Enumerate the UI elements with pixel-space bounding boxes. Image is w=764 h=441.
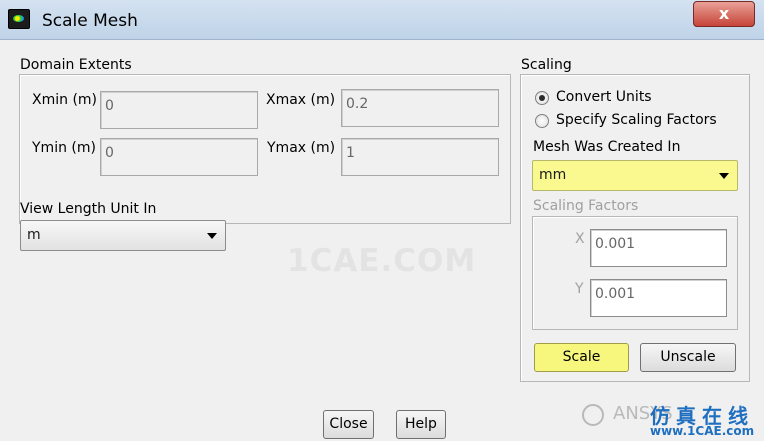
view-length-unit-label: View Length Unit In: [20, 201, 157, 217]
domain-extents-label: Domain Extents: [20, 57, 132, 73]
view-length-unit-dropdown[interactable]: m: [20, 220, 226, 251]
convert-units-radio[interactable]: [535, 91, 549, 105]
wechat-icon: [582, 404, 604, 426]
xmax-field: 0.2: [341, 89, 499, 127]
ymin-label: Ymin (m): [32, 140, 96, 156]
app-icon: [8, 9, 30, 29]
help-button[interactable]: Help: [396, 410, 446, 439]
mesh-created-in-value: mm: [539, 167, 567, 183]
specify-scaling-factors-label[interactable]: Specify Scaling Factors: [556, 112, 717, 128]
scale-y-field[interactable]: 0.001: [590, 279, 727, 317]
mesh-created-in-dropdown[interactable]: mm: [532, 160, 738, 191]
window-title: Scale Mesh: [42, 11, 138, 31]
close-button[interactable]: Close: [323, 410, 374, 439]
specify-scaling-factors-radio[interactable]: [535, 114, 549, 128]
site-watermark: www.1CAE.com: [650, 424, 755, 438]
watermark-text: 1CAE.COM: [287, 243, 477, 279]
convert-units-label[interactable]: Convert Units: [556, 89, 652, 105]
scale-button[interactable]: Scale: [534, 343, 629, 372]
ymax-label: Ymax (m): [267, 140, 336, 156]
window-close-button[interactable]: x: [693, 1, 755, 27]
mesh-created-in-label: Mesh Was Created In: [533, 139, 681, 155]
chevron-down-icon: [207, 233, 217, 239]
scale-x-label: X: [575, 231, 585, 247]
ymax-field: 1: [341, 138, 499, 176]
scaling-factors-label: Scaling Factors: [533, 198, 639, 214]
ymin-field: 0: [100, 138, 258, 176]
xmin-label: Xmin (m): [32, 92, 98, 108]
title-bar: Scale Mesh x: [0, 0, 764, 40]
scale-y-label: Y: [575, 281, 584, 297]
unscale-button[interactable]: Unscale: [640, 343, 736, 372]
scale-x-field[interactable]: 0.001: [590, 229, 727, 267]
view-length-unit-value: m: [27, 227, 41, 243]
xmax-label: Xmax (m): [266, 92, 336, 108]
xmin-field: 0: [100, 91, 258, 129]
chevron-down-icon: [719, 173, 729, 179]
dialog-body: Domain Extents Xmin (m) 0 Xmax (m) 0.2 Y…: [0, 40, 764, 441]
scaling-label: Scaling: [521, 57, 572, 73]
